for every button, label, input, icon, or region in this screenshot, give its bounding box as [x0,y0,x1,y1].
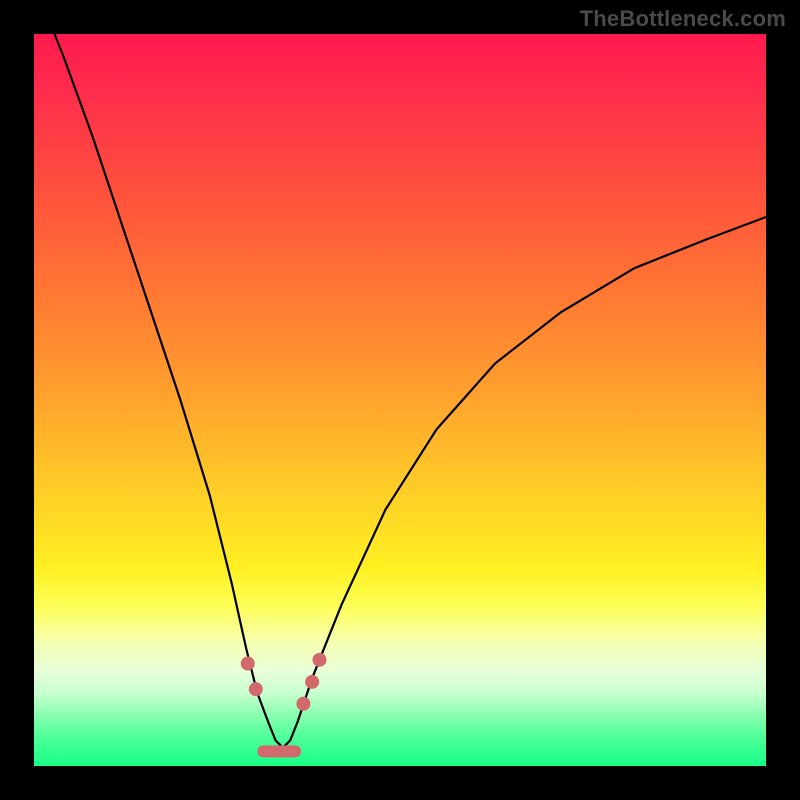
optimum-bar [257,745,301,757]
optimum-point [241,657,255,671]
branding-watermark: TheBottleneck.com [580,6,786,32]
optimum-point [305,675,319,689]
optimum-point [312,653,326,667]
plot-area [34,34,766,766]
chart-svg [34,34,766,766]
bottleneck-curve [34,34,766,748]
optimum-point [296,697,310,711]
optimum-point [249,682,263,696]
chart-frame: TheBottleneck.com [0,0,800,800]
